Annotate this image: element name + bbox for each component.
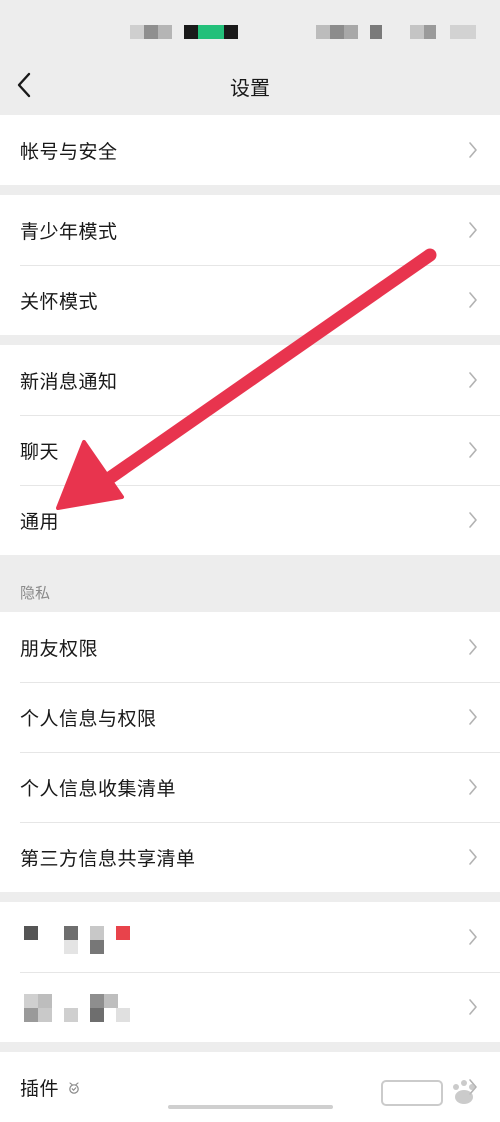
chevron-right-icon bbox=[468, 928, 478, 946]
list-item-general[interactable]: 通用 bbox=[0, 485, 500, 555]
page-title: 设置 bbox=[230, 76, 270, 100]
home-indicator bbox=[168, 1105, 333, 1109]
chevron-right-icon bbox=[468, 708, 478, 726]
chevron-right-icon bbox=[468, 638, 478, 656]
chevron-right-icon bbox=[468, 848, 478, 866]
chevron-right-icon bbox=[468, 511, 478, 529]
list-item-friend-permissions[interactable]: 朋友权限 bbox=[0, 612, 500, 682]
settings-group-general: 新消息通知 聊天 通用 bbox=[0, 345, 500, 555]
status-pixel bbox=[370, 25, 382, 39]
redacted-pixel bbox=[116, 1008, 130, 1022]
list-item-label: 第三方信息共享清单 bbox=[20, 847, 196, 870]
redacted-pixel bbox=[24, 926, 38, 940]
redacted-pixel bbox=[90, 926, 104, 940]
nav-bar: 设置 bbox=[0, 60, 500, 110]
settings-group-modes: 青少年模式 关怀模式 bbox=[0, 195, 500, 335]
list-item-label: 通用 bbox=[20, 510, 60, 533]
settings-group-account: 帐号与安全 bbox=[0, 115, 500, 185]
status-pixel bbox=[424, 25, 436, 39]
chevron-right-icon bbox=[468, 441, 478, 459]
list-item-label: 帐号与安全 bbox=[20, 140, 118, 163]
list-item-redacted[interactable] bbox=[0, 972, 500, 1042]
chevron-right-icon bbox=[468, 141, 478, 159]
list-item-label: 个人信息与权限 bbox=[20, 707, 157, 730]
list-item-account-security[interactable]: 帐号与安全 bbox=[0, 115, 500, 185]
status-pixel bbox=[130, 25, 144, 39]
chevron-right-icon bbox=[468, 221, 478, 239]
status-pixel bbox=[224, 25, 238, 39]
settings-group-privacy: 朋友权限 个人信息与权限 个人信息收集清单 第三方信息共享清单 bbox=[0, 612, 500, 892]
list-item-chat[interactable]: 聊天 bbox=[0, 415, 500, 485]
list-item-personal-info-collection[interactable]: 个人信息收集清单 bbox=[0, 752, 500, 822]
list-item-personal-info-permissions[interactable]: 个人信息与权限 bbox=[0, 682, 500, 752]
list-item-label: 聊天 bbox=[20, 440, 60, 463]
chevron-right-icon bbox=[468, 291, 478, 309]
status-pixel bbox=[144, 25, 158, 39]
redacted-pixel bbox=[104, 994, 118, 1008]
chevron-right-icon bbox=[468, 998, 478, 1016]
list-item-redacted[interactable] bbox=[0, 902, 500, 972]
status-pixel bbox=[184, 25, 198, 39]
redacted-pixel bbox=[116, 926, 130, 940]
status-pixel bbox=[330, 25, 344, 39]
list-item-label: 个人信息收集清单 bbox=[20, 777, 177, 800]
list-item-label: 新消息通知 bbox=[20, 370, 118, 393]
plugin-badge-icon bbox=[67, 1080, 81, 1094]
status-pixel bbox=[344, 25, 358, 39]
list-item-youth-mode[interactable]: 青少年模式 bbox=[0, 195, 500, 265]
list-item-label: 插件 bbox=[20, 1077, 60, 1100]
status-pixel bbox=[198, 25, 224, 39]
redacted-pixel bbox=[90, 994, 104, 1008]
redacted-pixel bbox=[90, 940, 104, 954]
redacted-pixel bbox=[64, 926, 78, 940]
list-item-label: 朋友权限 bbox=[20, 637, 99, 660]
section-header-privacy: 隐私 bbox=[20, 584, 51, 602]
status-pixel bbox=[450, 25, 476, 39]
watermark-logo bbox=[380, 1075, 490, 1109]
list-item-third-party-sharing[interactable]: 第三方信息共享清单 bbox=[0, 822, 500, 892]
status-bar bbox=[0, 0, 500, 60]
status-pixel bbox=[316, 25, 330, 39]
chevron-right-icon bbox=[468, 778, 478, 796]
list-item-label: 关怀模式 bbox=[20, 290, 99, 313]
redacted-pixel bbox=[24, 994, 38, 1008]
status-pixel bbox=[410, 25, 424, 39]
list-item-care-mode[interactable]: 关怀模式 bbox=[0, 265, 500, 335]
status-pixel bbox=[158, 25, 172, 39]
redacted-pixel bbox=[90, 1008, 104, 1022]
chevron-right-icon bbox=[468, 371, 478, 389]
settings-group-redacted bbox=[0, 902, 500, 1042]
redacted-pixel bbox=[38, 994, 52, 1008]
redacted-pixel bbox=[64, 940, 78, 954]
redacted-pixel bbox=[24, 1008, 38, 1022]
redacted-pixel bbox=[64, 1008, 78, 1022]
redacted-pixel bbox=[38, 1008, 52, 1022]
list-item-label: 青少年模式 bbox=[20, 220, 118, 243]
list-item-new-message-notifications[interactable]: 新消息通知 bbox=[0, 345, 500, 415]
